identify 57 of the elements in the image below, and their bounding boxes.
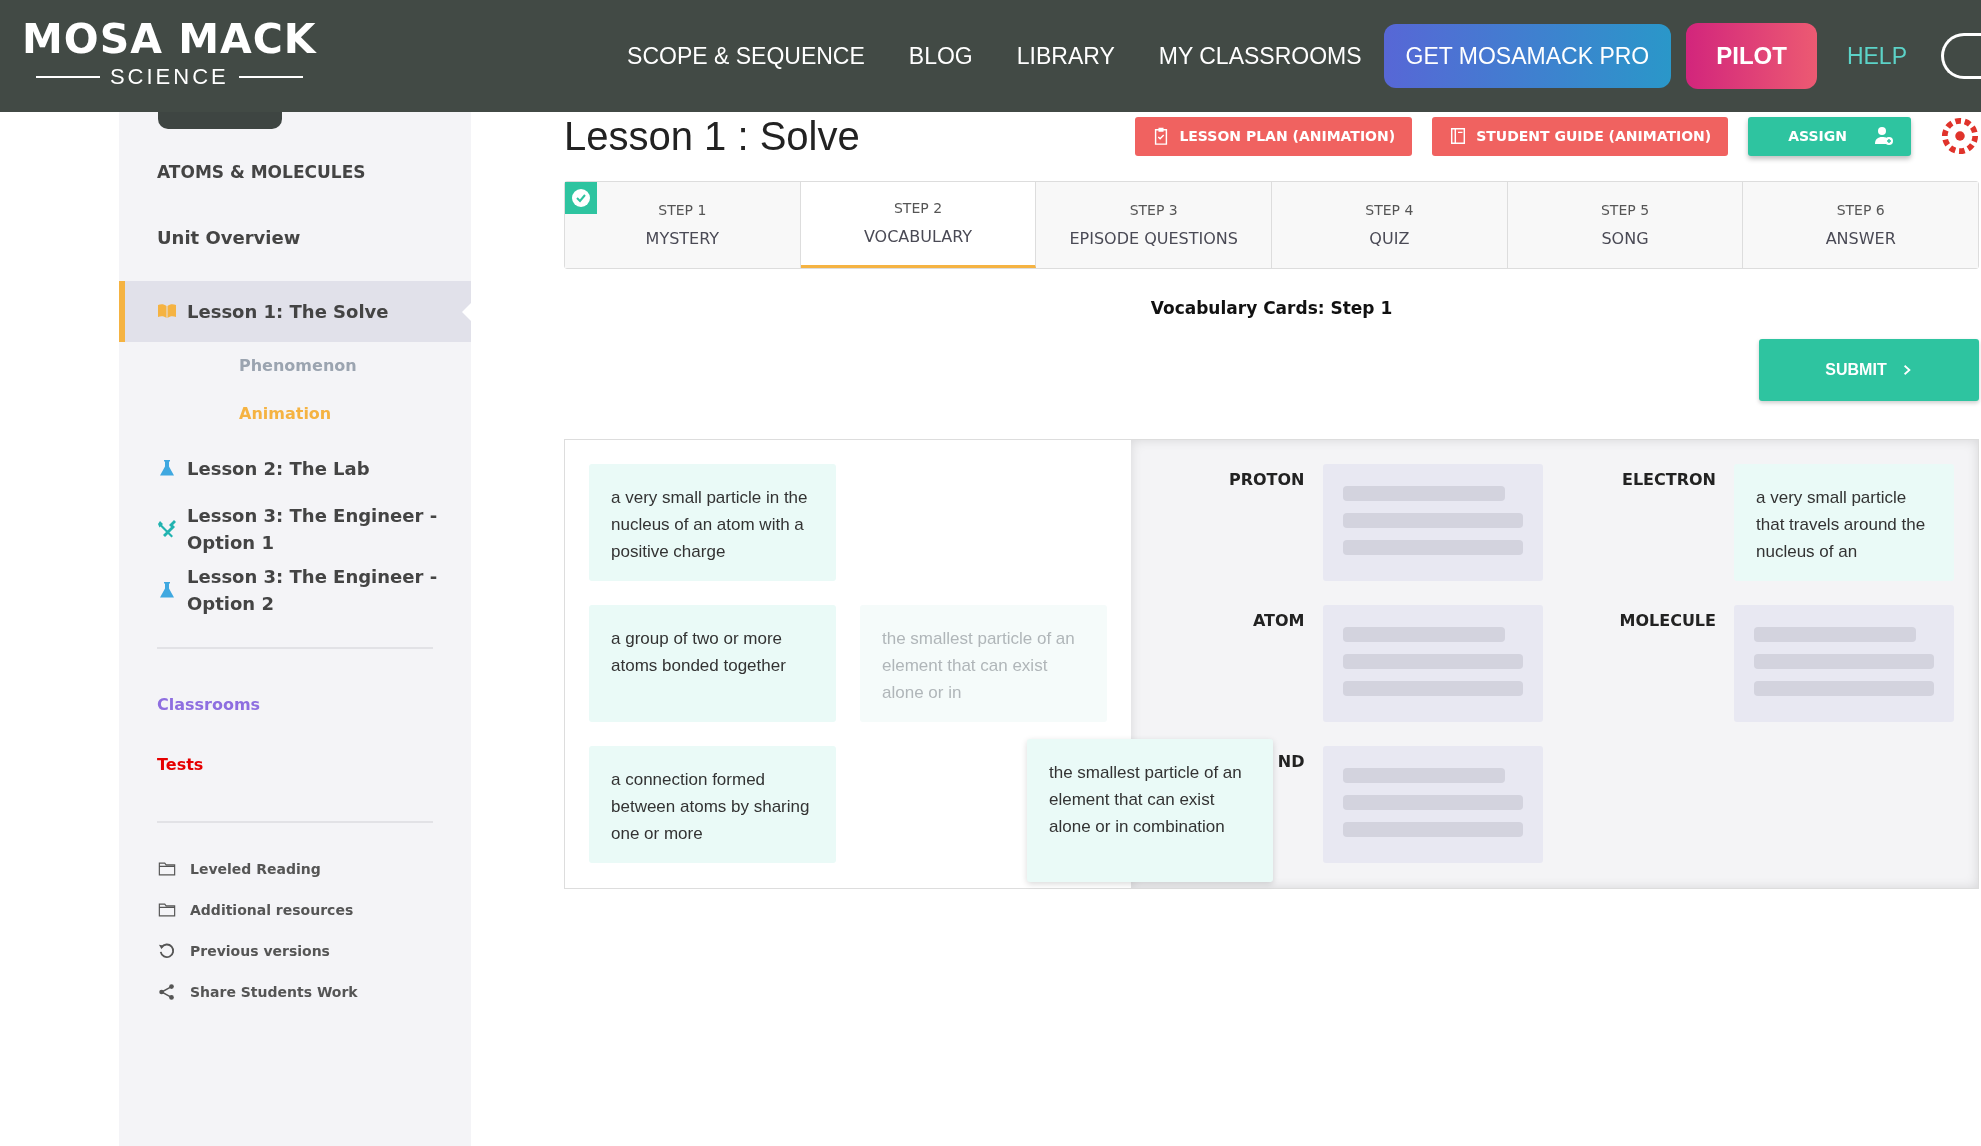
help-link[interactable]: HELP xyxy=(1824,38,1929,74)
empty-drop-zone[interactable] xyxy=(1734,604,1954,722)
lesson-label: Lesson 3: The Engineer - Option 2 xyxy=(187,565,439,616)
book-icon xyxy=(157,301,177,321)
notebook-icon xyxy=(1449,127,1468,145)
faded-vocab-card: the smallest particle of an element that can exist alone or in xyxy=(860,604,1107,722)
sidebar-item[interactable]: Unit Overview xyxy=(119,185,471,281)
term-label: ATOM xyxy=(1252,609,1305,632)
history-icon xyxy=(157,942,177,960)
activity-title: Vocabulary Cards: Step 1 xyxy=(1149,297,1394,320)
nav-link[interactable]: BLOG xyxy=(886,38,995,74)
empty-drop-zone[interactable] xyxy=(1322,463,1543,581)
back-button[interactable] xyxy=(158,112,282,129)
flask-icon xyxy=(157,458,177,478)
pro-button[interactable]: GET MOSAMACK PRO xyxy=(1383,23,1672,89)
term-label: MOLECULE xyxy=(1619,609,1716,632)
nav-link[interactable]: LIBRARY xyxy=(994,38,1137,74)
logo-title[interactable]: MOSA MACK xyxy=(22,19,317,60)
logo-subtitle[interactable]: SCIENCE xyxy=(109,60,229,93)
empty-drop-zone[interactable] xyxy=(1322,745,1543,863)
tools-icon xyxy=(157,519,177,539)
resource-link[interactable]: Additional resources xyxy=(190,899,354,921)
term-label: PROTON xyxy=(1228,468,1305,491)
nav-link[interactable]: MY CLASSROOMS xyxy=(1136,38,1384,74)
lesson-label: Lesson 1: The Solve xyxy=(187,299,389,324)
term-label: ND xyxy=(1277,750,1305,773)
vocab-card[interactable]: a connection formed between atoms by sharing one or more xyxy=(589,745,836,863)
user-add-icon xyxy=(1873,126,1895,146)
sidebar-link[interactable]: Tests xyxy=(119,734,471,795)
sidebar-item[interactable]: Lesson 2: The Lab xyxy=(119,437,471,499)
vocab-card[interactable]: a very small particle that travels around the nucleus of an xyxy=(1734,463,1954,581)
sidebar-item[interactable]: Lesson 1: The Solve xyxy=(119,280,471,342)
sidebar-item[interactable]: Lesson 3: The Engineer - Option 2 xyxy=(119,559,471,621)
lesson-label: Lesson 2: The Lab xyxy=(187,456,370,481)
empty-drop-zone[interactable] xyxy=(1322,604,1543,722)
flask-icon xyxy=(157,580,177,600)
resource-link[interactable]: Leveled Reading xyxy=(190,858,321,880)
lesson-label: Lesson 3: The Engineer - Option 1 xyxy=(187,504,439,555)
unit-title: ATOMS & MOLECULES xyxy=(157,161,367,184)
vocab-card[interactable]: a very small particle in the nucleus of an atom with a positive charge xyxy=(589,463,836,581)
folder-icon xyxy=(157,901,177,919)
resource-link[interactable]: Previous versions xyxy=(190,940,330,962)
resource-link[interactable]: Share Students Work xyxy=(190,981,358,1003)
dragged-vocab-card[interactable]: the smallest particle of an element that can exist alone or in combination xyxy=(1027,738,1273,882)
sidebar-link[interactable]: Classrooms xyxy=(119,674,471,735)
term-label: ELECTRON xyxy=(1621,468,1716,491)
step-tab[interactable]: STEP 1 MYSTERY xyxy=(565,182,801,268)
avatar-icon[interactable] xyxy=(1941,33,1981,79)
share-icon xyxy=(157,983,177,1001)
step-tab[interactable]: STEP 2 VOCABULARY xyxy=(800,182,1037,268)
lesson-title: Lesson 1 : Solve xyxy=(564,116,860,156)
folder-icon xyxy=(157,860,177,878)
vocab-card[interactable]: a group of two or more atoms bonded together xyxy=(589,604,836,722)
nav-link[interactable]: SCOPE & SEQUENCE xyxy=(605,38,887,74)
dotted-ring-logo-icon xyxy=(1941,117,1979,155)
sidebar-item[interactable]: Lesson 3: The Engineer - Option 1 xyxy=(119,498,471,560)
pilot-button[interactable]: PILOT xyxy=(1686,23,1817,89)
